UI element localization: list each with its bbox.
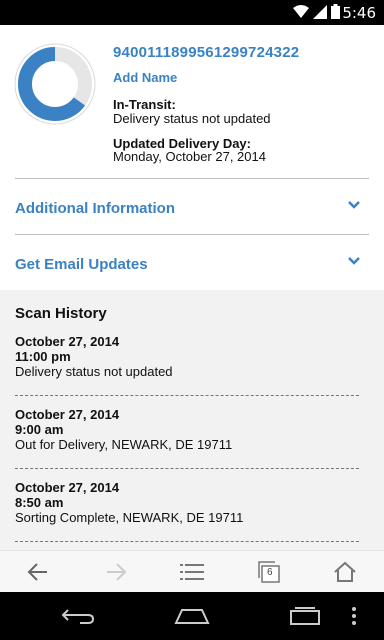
home-button[interactable] [332, 559, 358, 585]
scan-divider [15, 541, 359, 542]
home-icon [174, 609, 210, 624]
divider [15, 178, 369, 179]
tab-count: 6 [267, 567, 273, 578]
battery-icon [331, 4, 340, 19]
get-email-updates-label: Get Email Updates [15, 256, 148, 273]
recent-apps-icon [290, 607, 320, 625]
scan-entry: October 27, 2014 8:50 am Sorting Complet… [15, 480, 359, 525]
wifi-icon [293, 4, 309, 18]
scan-history: Scan History October 27, 2014 11:00 pm D… [0, 290, 384, 550]
menu-button[interactable] [179, 559, 205, 585]
divider [15, 234, 369, 235]
system-nav-bar [0, 592, 384, 640]
status-bar: 5:46 [0, 0, 384, 25]
get-email-updates-toggle[interactable]: Get Email Updates [0, 236, 384, 291]
system-back-button[interactable] [58, 604, 98, 628]
forward-icon [107, 563, 127, 581]
status-label: In-Transit: [113, 97, 176, 112]
menu-icon [180, 564, 204, 580]
add-name-link[interactable]: Add Name [113, 70, 177, 85]
scan-description: Out for Delivery, NEWARK, DE 19711 [15, 437, 233, 452]
scan-entry: October 27, 2014 9:00 am Out for Deliver… [15, 407, 359, 452]
chevron-down-icon [348, 201, 360, 209]
tabs-button[interactable]: 6 [256, 559, 282, 585]
signal-icon [313, 4, 327, 19]
overflow-menu-button[interactable] [346, 604, 362, 628]
progress-donut [14, 43, 96, 125]
scan-description: Sorting Complete, NEWARK, DE 19711 [15, 510, 244, 525]
overflow-menu-icon [352, 607, 356, 625]
scan-entry: October 27, 2014 11:00 pm Delivery statu… [15, 334, 359, 379]
scan-divider [15, 468, 359, 469]
scan-date: October 27, 2014 [15, 334, 120, 349]
scan-divider [15, 395, 359, 396]
tracking-number-link[interactable]: 9400111899561299724322 [113, 44, 299, 61]
status-icons [293, 4, 340, 19]
forward-button[interactable] [103, 559, 129, 585]
chevron-down-icon [348, 257, 360, 265]
back-icon [61, 609, 95, 624]
status-value: Delivery status not updated [113, 111, 271, 126]
scan-history-title: Scan History [15, 305, 107, 322]
recent-apps-button[interactable] [285, 604, 325, 628]
back-icon [27, 563, 47, 581]
tracking-summary: 9400111899561299724322 Add Name In-Trans… [0, 25, 384, 180]
clock: 5:46 [342, 4, 376, 22]
scan-time: 8:50 am [15, 495, 64, 510]
home-icon [334, 561, 356, 582]
additional-information-label: Additional Information [15, 200, 175, 217]
scan-date: October 27, 2014 [15, 407, 120, 422]
scan-date: October 27, 2014 [15, 480, 120, 495]
scan-time: 11:00 pm [15, 349, 71, 364]
additional-information-toggle[interactable]: Additional Information [0, 180, 384, 235]
back-button[interactable] [25, 559, 51, 585]
scan-time: 9:00 am [15, 422, 64, 437]
browser-toolbar: 6 [0, 550, 384, 592]
system-home-button[interactable] [172, 604, 212, 628]
delivery-day-value: Monday, October 27, 2014 [113, 149, 266, 164]
scan-description: Delivery status not updated [15, 364, 173, 379]
